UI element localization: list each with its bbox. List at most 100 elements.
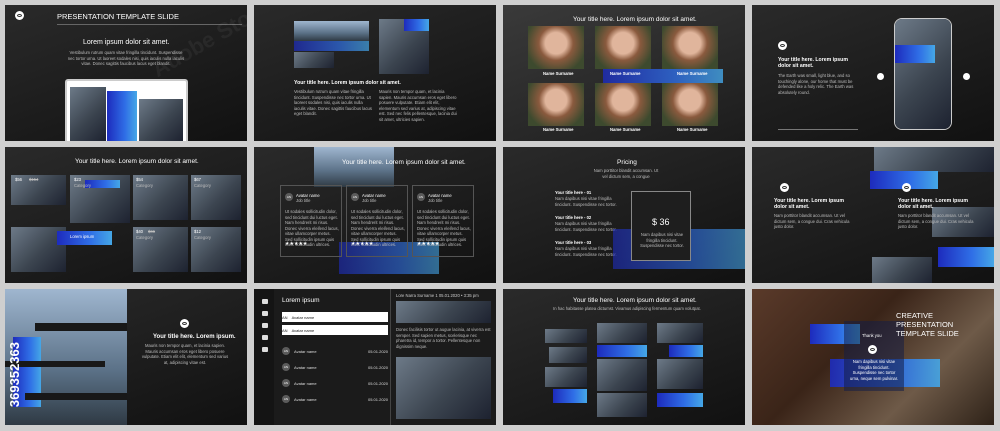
slide-heading: Lorem ipsum dolor sit amet. <box>83 39 170 46</box>
category: Category <box>194 235 211 240</box>
stock-id: 369352363 <box>7 341 22 407</box>
prev-arrow-icon[interactable] <box>877 73 884 80</box>
logo-icon <box>180 319 189 328</box>
slide-body-2: Mauris non tempor quam, et lacinia sapie… <box>379 89 457 122</box>
photo <box>597 393 647 417</box>
laptop-frame <box>65 79 188 141</box>
photo <box>549 347 587 363</box>
slide-title: Your title here. Lorem ipsum dolor sit a… <box>573 297 697 304</box>
list-item[interactable]: AN Avatar name 05.01.2020 <box>282 362 388 372</box>
name: Name Surname <box>543 71 574 76</box>
slide-11: Your title here. Lorem ipsum dolor sit a… <box>503 289 745 425</box>
panel-title: Lorem ipsum <box>282 297 320 304</box>
testimonial-card: AN Avatar name Job title Ut sodales soll… <box>412 185 474 257</box>
photo-blue <box>938 247 994 267</box>
name: Name Surname <box>610 71 641 76</box>
divider <box>25 393 127 400</box>
avatar: AN <box>417 193 425 201</box>
avatar: AN <box>351 193 359 201</box>
post-body: Donec facilisis tortor ut augue lacinia,… <box>396 327 491 349</box>
date: 05.01.2020 <box>367 380 388 386</box>
initials: AN <box>282 314 288 320</box>
category: Category <box>136 183 153 188</box>
logo-icon <box>15 11 24 20</box>
photo <box>657 323 703 343</box>
mail-icon[interactable] <box>262 311 268 316</box>
photo-blue <box>669 345 703 357</box>
list-item[interactable]: AN Avatar name 05.01.2020 <box>282 378 388 388</box>
price-card: $ 36 Nam dapibus nisi vitae fringilla ti… <box>631 191 691 261</box>
photo <box>396 301 491 323</box>
logo-icon <box>868 345 877 354</box>
slide-body: Mauris non tempor quam, et lacinia sapie… <box>141 343 229 365</box>
avatar-name: Avatar name <box>291 314 315 320</box>
name: Name Surname <box>543 127 574 132</box>
item-title: Your title here - 03 <box>555 240 592 245</box>
avatar: AN <box>282 347 290 355</box>
avatar-name: Avatar name <box>294 348 317 354</box>
slide-title: Your title here. Lorem ipsum dolor sit a… <box>294 80 401 86</box>
category: Category <box>136 235 153 240</box>
photo <box>545 329 587 343</box>
name: Name Surname <box>677 127 708 132</box>
divider <box>778 129 858 130</box>
photo <box>662 26 718 69</box>
job-title: Job title <box>296 198 311 203</box>
list-item[interactable]: AN Avatar name <box>282 325 388 335</box>
settings-icon[interactable] <box>262 335 268 340</box>
date: 05.01.2020 <box>367 348 388 354</box>
photo <box>872 257 932 283</box>
item-title: Your title here - 02 <box>555 215 592 220</box>
post-header: Lore Narra Surname 1 05.01.2020 • 3:35 p… <box>396 293 479 298</box>
rating-stars: ★★★★★ <box>285 241 308 247</box>
photo <box>657 359 703 389</box>
slide-body: Vestibulum rutrum quam vitae fringilla t… <box>294 89 372 116</box>
photo <box>139 99 183 141</box>
list-item[interactable]: AN Avatar name <box>282 312 388 322</box>
slide-title: Your title here. Lorem ipsum dolor sit a… <box>573 16 697 23</box>
next-arrow-icon[interactable] <box>963 73 970 80</box>
slide-title: Your title here. Lorem ipsum. <box>153 334 236 340</box>
photo <box>396 357 491 419</box>
price: $40 <box>136 229 143 234</box>
avatar-name: Avatar name <box>294 364 317 370</box>
item-body: Nam dapibus nisi vitae fringilla tincidu… <box>555 196 617 207</box>
slide-2: Your title here. Lorem ipsum dolor sit a… <box>254 5 496 141</box>
list-item[interactable]: AN Avatar name 05.01.2020 <box>282 394 388 404</box>
testimonial-card: AN Avatar name Job title Ut sodales soll… <box>346 185 408 257</box>
slide-7: Pricing Nam porttitor blandit accumsan. … <box>503 147 745 283</box>
list-item[interactable]: AN Avatar name 05.01.2020 <box>282 346 388 356</box>
photo-blue <box>895 45 935 63</box>
slide-12: CREATIVE PRESENTATION TEMPLATE SLIDE Tha… <box>752 289 994 425</box>
sidebar <box>254 289 274 425</box>
photo <box>874 147 994 172</box>
name: Name Surname <box>610 127 641 132</box>
rating-stars: ★★★★★ <box>351 241 374 247</box>
photo <box>294 21 369 41</box>
avatar-name: Avatar name <box>291 327 315 333</box>
date: 05.01.2020 <box>367 396 388 402</box>
old-price: $66 <box>148 229 155 234</box>
item-title: Your title here - 01 <box>555 190 592 195</box>
slide-title: Your title here. Lorem ipsum dolor sit a… <box>778 57 848 69</box>
photo-blue <box>107 91 137 141</box>
logo-icon <box>780 183 789 192</box>
price: $56 <box>15 177 22 182</box>
folder-icon[interactable] <box>262 323 268 328</box>
photo-blue <box>657 393 703 407</box>
rating-stars: ★★★★★ <box>417 241 440 247</box>
name: Name Surname <box>677 71 708 76</box>
photo-blue <box>597 345 647 357</box>
slide-4: Your title here. Lorem ipsum dolor sit a… <box>752 5 994 141</box>
slide-body: The Earth was small, light blue, and so … <box>778 73 854 95</box>
trash-icon[interactable] <box>262 347 268 352</box>
slide-title: PRESENTATION TEMPLATE SLIDE <box>57 12 179 21</box>
slide-subtitle: Nam porttitor blandit accumsan. Ut vel d… <box>593 168 659 179</box>
slide-title: Your title here. Lorem ipsum dolor sit a… <box>774 198 844 210</box>
slide-title: Pricing <box>617 159 637 166</box>
logo-icon <box>902 183 911 192</box>
slide-title: Your title here. Lorem ipsum dolor sit a… <box>342 159 466 166</box>
slide-body: In hac habitasse platea dictumst. Vivamu… <box>553 306 701 311</box>
slide-10: Lorem ipsum AN Avatar name AN Avatar name … <box>254 289 496 425</box>
home-icon[interactable] <box>262 299 268 304</box>
